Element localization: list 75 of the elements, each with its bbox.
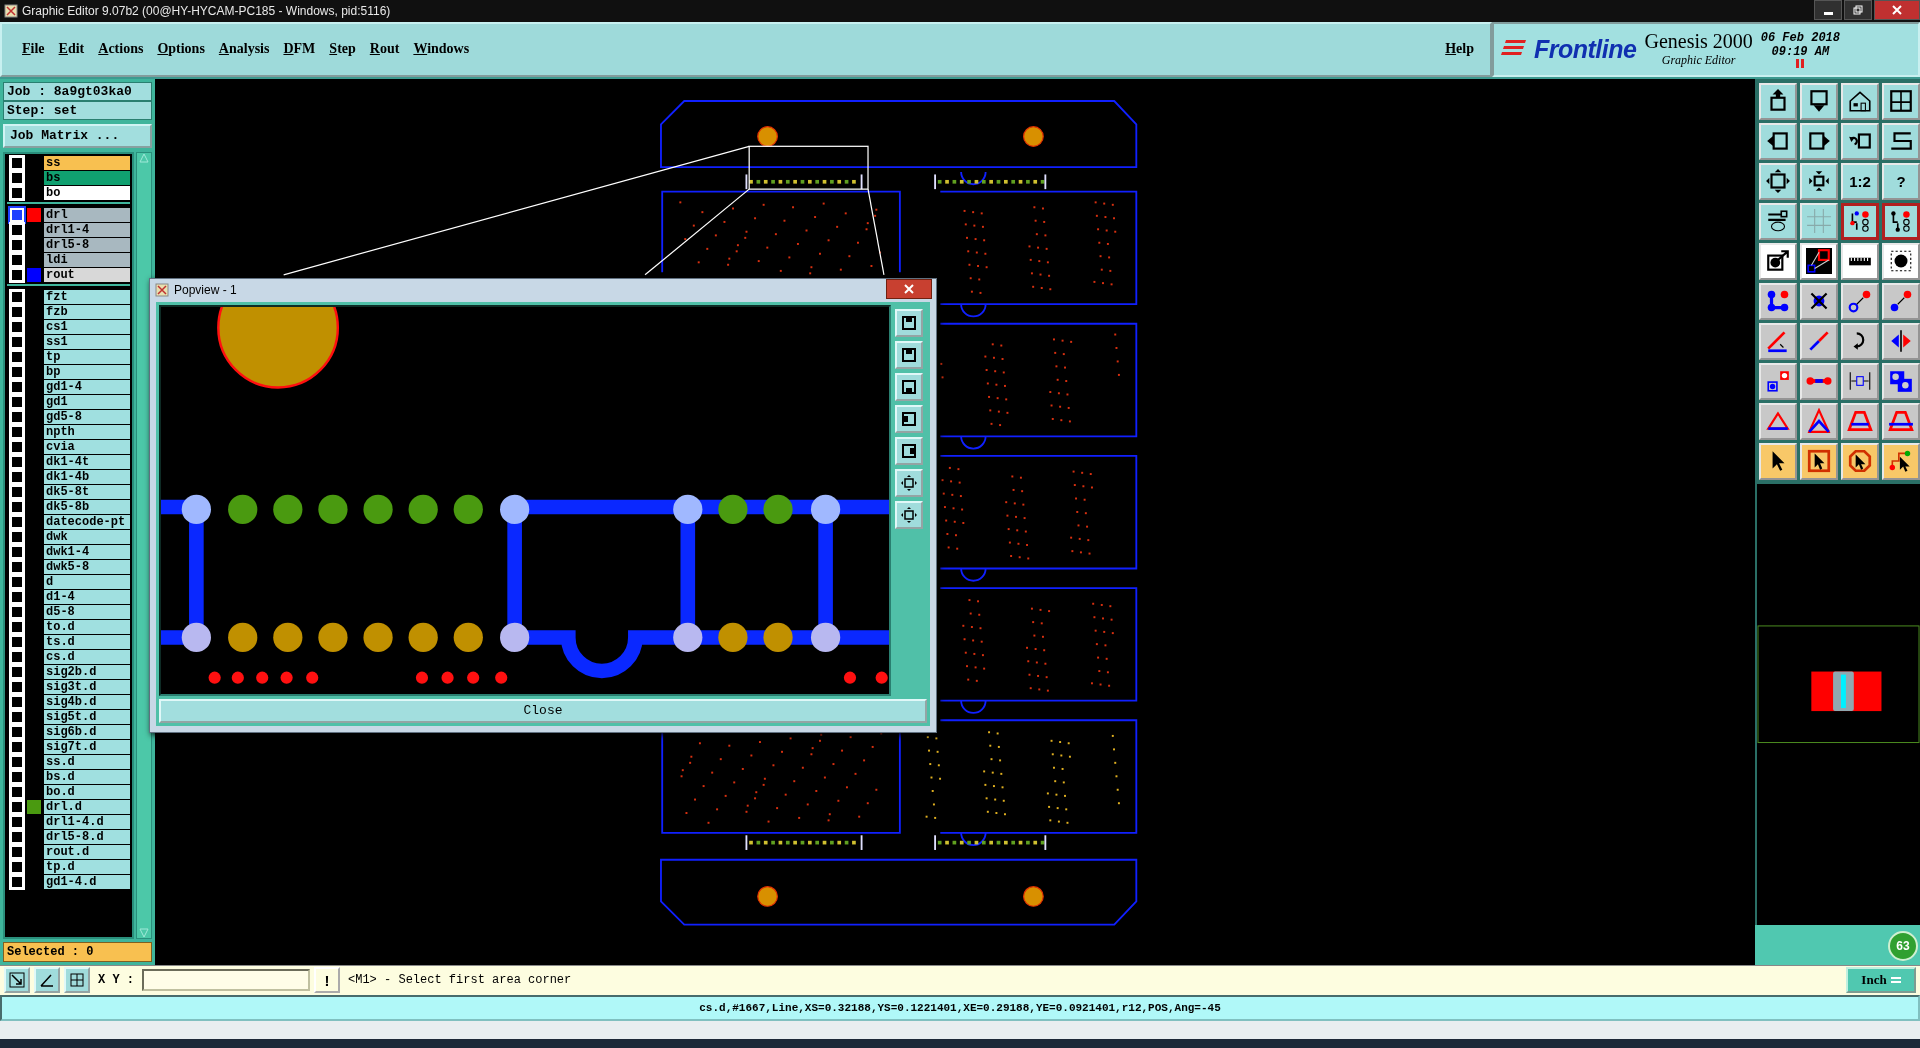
prompt-message: <M1> - Select first area corner [347,973,573,988]
popup-title: Popview - 1 [174,283,238,298]
layer-name[interactable]: sig6b.d [44,724,130,739]
menu-item[interactable]: Analysis [212,39,276,60]
job-matrix-button[interactable]: Job Matrix ... [3,123,152,148]
layer-name[interactable]: gd1-4 [44,379,130,394]
menu-item[interactable]: DFM [277,39,322,60]
menu-item[interactable]: Actions [92,39,150,60]
layer-name[interactable]: fzt [44,289,130,304]
layer-name[interactable]: bs [44,170,130,185]
layer-name[interactable]: sig5t.d [44,709,130,724]
layer-name[interactable]: d [44,574,130,589]
alert-button[interactable]: ! [314,967,340,994]
layer-name[interactable]: drl1-4 [44,222,130,237]
job-label: Job : 8a9gt03ka0 [3,81,152,101]
layer-name[interactable]: sig2b.d [44,664,130,679]
selected-count: Selected : 0 [3,941,152,962]
layer-name[interactable]: bo [44,185,130,200]
tool-button[interactable]: 1:2 [1841,162,1879,200]
date: 06 Feb 2018 [1760,30,1840,45]
layer-name[interactable]: ldi [44,252,130,267]
layer-name[interactable]: dk5-8b [44,499,130,514]
layer-name[interactable]: datecode-pt [44,514,130,529]
layer-name[interactable]: dk1-4b [44,469,130,484]
menu-item[interactable]: Rout [363,39,406,60]
layer-name[interactable]: rout.d [44,844,130,859]
layer-name[interactable]: to.d [44,619,130,634]
layer-name[interactable]: rout [44,267,130,282]
layer-name[interactable]: cvia [44,439,130,454]
layer-name[interactable]: drl5-8.d [44,829,130,844]
layer-name[interactable]: bp [44,364,130,379]
layer-name[interactable]: gd1-4.d [44,874,130,889]
menu-item[interactable]: Edit [52,39,91,60]
company-logo: Frontline [1534,34,1637,64]
layer-name[interactable]: dwk1-4 [44,544,130,559]
menu-item[interactable]: Help [1439,39,1480,60]
layer-name[interactable]: drl.d [44,799,130,814]
layer-name[interactable]: cs1 [44,319,130,334]
layer-name[interactable]: bs.d [44,769,130,784]
layer-name[interactable]: ss [44,155,130,170]
close-button[interactable]: Close [159,698,927,723]
layer-name[interactable]: tp [44,349,130,364]
layer-name[interactable]: dk1-4t [44,454,130,469]
layer-name[interactable]: gd1 [44,394,130,409]
layer-name[interactable]: npth [44,424,130,439]
layer-name[interactable]: sig3t.d [44,679,130,694]
menu-item[interactable]: Windows [407,39,476,60]
menu-item[interactable]: Step [323,39,362,60]
layer-name[interactable]: bo.d [44,784,130,799]
product-name: Genesis 2000 [1644,30,1753,54]
layer-name[interactable]: fzb [44,304,130,319]
layer-name[interactable]: ss.d [44,754,130,769]
menu-item[interactable]: File [16,39,51,60]
layer-name[interactable]: ts.d [44,634,130,649]
window-title: Graphic Editor 9.07b2 (00@HY-HYCAM-PC185 - Windows, pid:5116) [22,4,392,18]
layer-name[interactable]: dwk [44,529,130,544]
menu-item[interactable]: Options [151,39,211,60]
layer-name[interactable]: gd5-8 [44,409,130,424]
time: 09:19 AM [1771,44,1830,59]
layer-name[interactable]: drl5-8 [44,237,130,252]
module-name: Graphic Editor [1661,53,1736,69]
layer-name[interactable]: tp.d [44,859,130,874]
layer-name[interactable]: drl [44,207,130,222]
layer-name[interactable]: ss1 [44,334,130,349]
layer-name[interactable]: d5-8 [44,604,130,619]
units-button[interactable]: Inch [1846,967,1916,994]
layer-name[interactable]: d1-4 [44,589,130,604]
layer-name[interactable]: cs.d [44,649,130,664]
xy-label: X Y : [97,973,135,988]
layer-name[interactable]: sig4b.d [44,694,130,709]
layer-name[interactable]: sig7t.d [44,739,130,754]
layer-name[interactable]: drl1-4.d [44,814,130,829]
layer-name[interactable]: dk5-8t [44,484,130,499]
layer-name[interactable]: dwk5-8 [44,559,130,574]
tool-button[interactable]: ? [1882,162,1920,200]
